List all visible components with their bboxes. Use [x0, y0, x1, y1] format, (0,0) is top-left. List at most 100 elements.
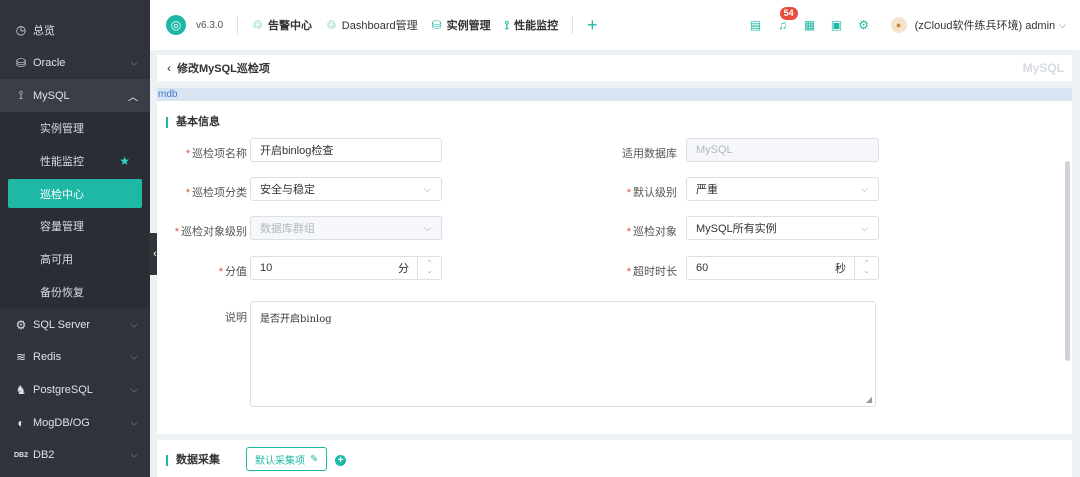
clock-icon: ◷ — [15, 23, 27, 38]
back-icon[interactable]: ‹ — [167, 61, 171, 75]
nav-instance[interactable]: ⛁ 实例管理 — [432, 17, 491, 33]
document-icon[interactable]: ▤ — [749, 18, 763, 32]
sidebar-subitem-inspection[interactable]: 巡检中心 — [8, 179, 142, 209]
user-name[interactable]: (zCloud软件练兵环境) admin — [915, 17, 1056, 33]
sidebar-subitem-capacity[interactable]: 容量管理 — [0, 210, 150, 243]
scrollbar[interactable] — [1065, 161, 1070, 361]
nav-dashboard[interactable]: ♲ Dashboard管理 — [326, 17, 418, 33]
alert-icon: ♲ — [252, 18, 264, 32]
chevron-down-icon: ⌵ — [130, 319, 138, 331]
divider — [572, 16, 574, 34]
divider — [237, 16, 239, 34]
database-icon: ⛁ — [15, 56, 27, 71]
category-label: * 巡检项分类 — [185, 187, 247, 199]
avatar[interactable]: ● — [890, 17, 907, 33]
sidebar-subitem-label: 巡检中心 — [40, 188, 84, 201]
sidebar-item-label: MogDB/OG — [33, 416, 90, 429]
chevron-down-icon: ⌵ — [130, 384, 138, 396]
target-level-label: * 巡检对象级别 — [174, 226, 247, 238]
timeout-label: * 超时时长 — [626, 266, 677, 278]
category-select[interactable]: 安全与稳定 ⌵ — [250, 177, 442, 201]
page-title: 修改MySQL巡检项 — [177, 63, 270, 75]
sidebar-item-mysql[interactable]: ⟟ MySQL ︿ — [0, 79, 150, 113]
chevron-down-icon: ⌵ — [424, 183, 431, 194]
sidebar-item-sqlserver[interactable]: ⚙ SQL Server ⌵ — [0, 308, 150, 341]
name-input[interactable]: 开启binlog检查 — [250, 138, 442, 162]
chevron-down-icon: ⌵ — [861, 222, 868, 233]
desc-textarea[interactable]: 是否开启binlog ◢ — [250, 301, 876, 407]
version-label: v6.3.0 — [196, 19, 224, 31]
sidebar-subitem-ha[interactable]: 高可用 — [0, 242, 150, 276]
default-collect-button[interactable]: 默认采集项 ✎ — [246, 447, 328, 471]
nav-label: 实例管理 — [446, 20, 491, 32]
target-level-select: 数据库群组 ⌵ — [250, 216, 442, 240]
redis-icon: ≋ — [15, 350, 27, 365]
chevron-down-icon[interactable]: ⌵ — [1059, 20, 1066, 31]
sidebar-item-mogdb[interactable]: ◐ MogDB/OG ⌵ — [0, 406, 150, 439]
gear-icon[interactable]: ⚙ — [857, 18, 871, 32]
notification-badge: 54 — [779, 7, 798, 20]
page-header: ‹ 修改MySQL巡检项 MySQL — [157, 55, 1072, 81]
mogdb-icon: ◐ — [17, 415, 25, 430]
db-input: MySQL — [686, 138, 879, 162]
timeout-stepper[interactable]: 60 秒 ⌃ ⌄ — [686, 256, 879, 280]
spinner-icon: ⌃ ⌄ — [417, 257, 441, 279]
sidebar-subitem-label: 性能监控 — [40, 156, 84, 169]
nav-label: 告警中心 — [268, 20, 313, 32]
sidebar-item-redis[interactable]: ≋ Redis ⌵ — [0, 341, 150, 374]
sidebar-item-label: 总览 — [33, 25, 55, 38]
monitor-icon[interactable]: ▣ — [830, 18, 844, 32]
sidebar-item-label: DB2 — [33, 449, 55, 462]
db-label: 适用数据库 — [622, 148, 677, 160]
nav-alert-center[interactable]: ♲ 告警中心 — [252, 17, 312, 33]
target-select[interactable]: MySQL所有实例 ⌵ — [686, 216, 879, 240]
sidebar-subitem-instance[interactable]: 实例管理 — [0, 112, 150, 145]
score-label: * 分值 — [218, 266, 247, 278]
timeout-unit: 秒 — [835, 263, 846, 275]
chevron-down-icon: ⌵ — [130, 351, 138, 363]
data-collect-card: 数据采集 默认采集项 ✎ + — [157, 440, 1072, 477]
sidebar-subitem-backup[interactable]: 备份恢复 — [0, 275, 150, 309]
sidebar-subitem-label: 备份恢复 — [40, 286, 84, 299]
db2-icon: DB2 — [13, 451, 28, 459]
score-unit: 分 — [398, 263, 409, 275]
sidebar-item-postgresql[interactable]: ♞ PostgreSQL ⌵ — [0, 374, 150, 407]
chevron-up-icon: ︿ — [128, 92, 138, 104]
sidebar-item-label: MySQL — [33, 89, 70, 102]
chevron-down-icon: ⌵ — [130, 57, 138, 69]
db-type-tag: MySQL — [1022, 61, 1064, 75]
level-label: * 默认级别 — [626, 187, 677, 199]
basic-info-card: 基本信息 * 巡检项名称 开启binlog检查 适用数据库 MySQL * 巡检项分… — [157, 101, 1072, 434]
sidebar-subitem-label: 容量管理 — [40, 221, 84, 234]
star-icon[interactable]: ★ — [119, 154, 130, 168]
sidebar-subitem-label: 实例管理 — [40, 123, 84, 136]
add-icon[interactable]: + — [335, 455, 346, 466]
sidebar-item-oracle[interactable]: ⛁ Oracle ⌵ — [0, 47, 150, 80]
logo-icon: ◎ — [166, 15, 186, 35]
resize-handle-icon: ◢ — [865, 395, 872, 404]
section-title-basic: 基本信息 — [166, 117, 220, 128]
topbar: ◎ v6.3.0 ♲ 告警中心 ♲ Dashboard管理 ⛁ 实例管理 ⟟ 性能监控 … — [150, 0, 1080, 50]
sqlserver-icon: ⚙ — [15, 317, 27, 332]
notification-icon[interactable]: ♫ 54 — [776, 7, 798, 32]
chevron-down-icon: ⌵ — [130, 449, 138, 461]
desc-label: 说明 — [225, 312, 247, 324]
score-stepper[interactable]: 10 分 ⌃ ⌄ — [250, 256, 442, 280]
mysql-icon: ⟟ — [18, 88, 24, 103]
name-label: * 巡检项名称 — [185, 148, 247, 160]
chevron-down-icon: ⌵ — [424, 222, 431, 233]
target-label: * 巡检对象 — [626, 226, 677, 238]
level-select[interactable]: 严重 ⌵ — [686, 177, 879, 201]
topbar-actions: ▤ ♫ 54 ▦ ▣ ⚙ ● (zCloud软件练兵环境) admin ⌵ — [736, 0, 1066, 50]
clipboard-icon[interactable]: ▦ — [803, 18, 817, 32]
sidebar-item-overview[interactable]: ◷ 总览 — [0, 14, 150, 47]
nav-label: Dashboard管理 — [341, 20, 418, 32]
sidebar-item-label: Oracle — [33, 57, 66, 70]
sidebar-subitem-label: 高可用 — [40, 254, 73, 267]
sidebar-item-db2[interactable]: DB2 DB2 ⌵ — [0, 439, 150, 472]
chevron-down-icon: ⌵ — [861, 183, 868, 194]
add-tab-icon[interactable]: + — [587, 15, 598, 36]
nav-performance[interactable]: ⟟ 性能监控 — [505, 17, 558, 33]
sidebar-item-label: SQL Server — [33, 318, 91, 331]
sidebar-subitem-performance[interactable]: 性能监控 ★ — [0, 144, 150, 178]
